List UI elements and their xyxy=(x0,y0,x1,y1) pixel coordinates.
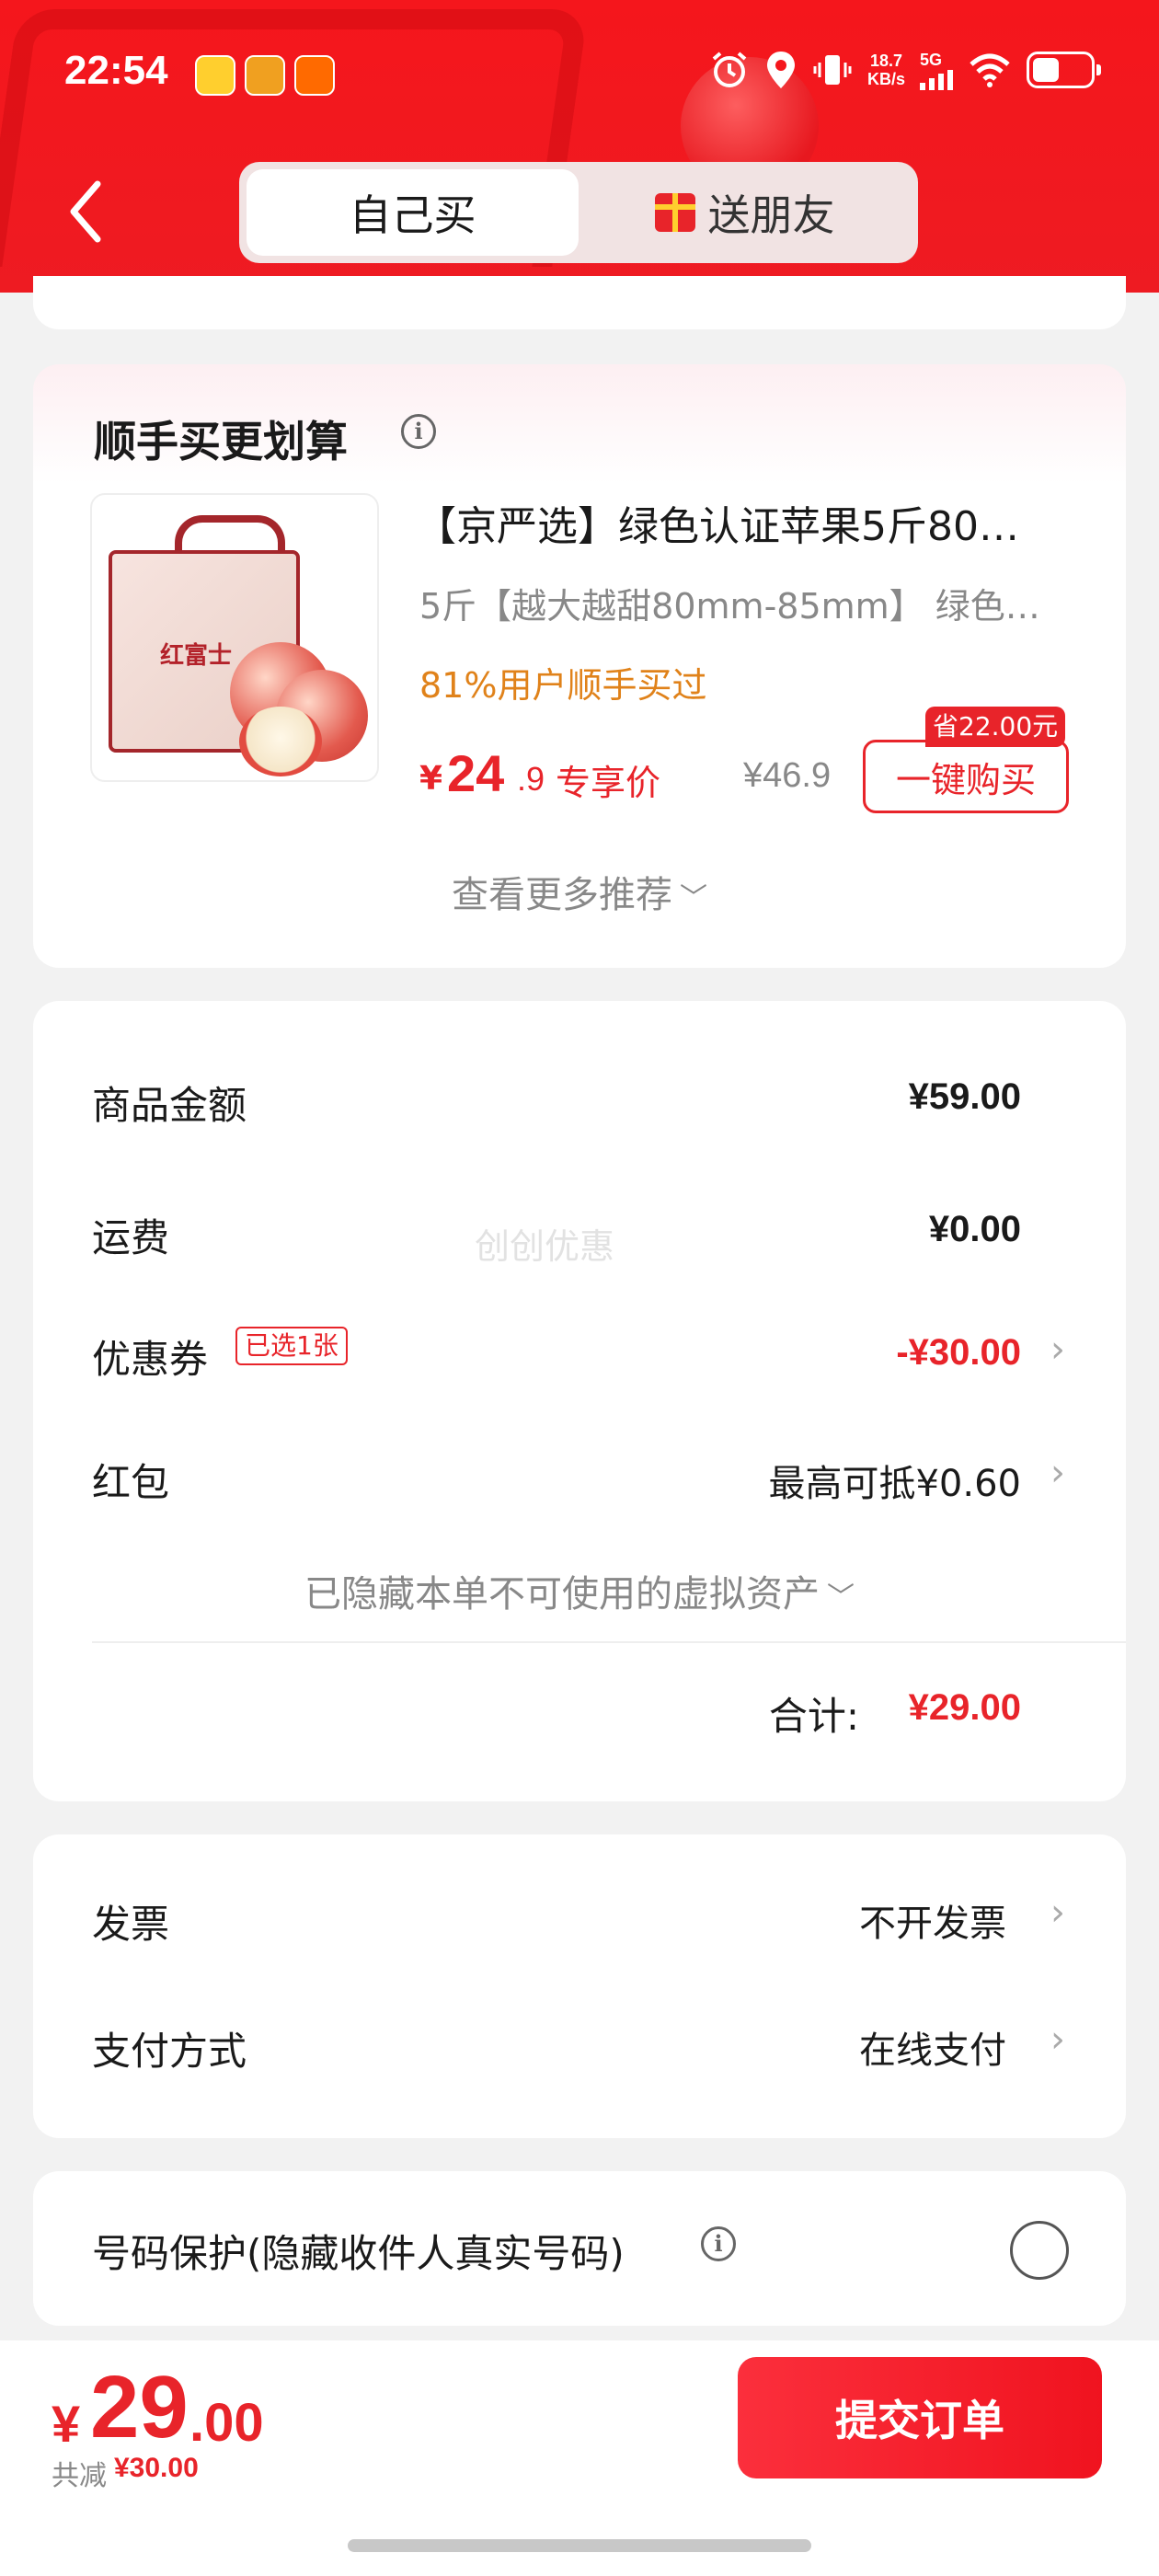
info-icon: i xyxy=(701,2226,736,2261)
checkout-bar: ¥ 29 .00 共减 ¥30.00 提交订单 xyxy=(0,2340,1159,2576)
shipping-value: ¥0.00 xyxy=(928,1209,1021,1249)
coupon-value: -¥30.00 xyxy=(896,1332,1021,1373)
signal-icon xyxy=(920,69,953,90)
signal-group: 5G xyxy=(920,51,953,90)
hidden-assets-label: 已隐藏本单不可使用的虚拟资产 xyxy=(304,1573,820,1616)
app-notification-icon xyxy=(195,55,235,96)
chevron-down-icon: ﹀ xyxy=(680,882,707,914)
tab-send-to-friend-label: 送朋友 xyxy=(707,190,835,240)
original-price: ¥46.9 xyxy=(743,756,832,795)
recommend-info-icon[interactable]: i xyxy=(401,414,436,449)
exclusive-price-tag: 专享价 xyxy=(556,763,661,803)
number-protection-radio[interactable] xyxy=(1010,2221,1069,2280)
recommend-title: 顺手买更划算 xyxy=(94,417,348,466)
savings-badge: 省22.00元 xyxy=(925,707,1066,747)
product-spec[interactable]: 5斤【越大越甜80mm-85mm】 绿色… xyxy=(419,578,1100,628)
invoice-value: 不开发票 xyxy=(859,1903,1006,1945)
chevron-down-icon: ﹀ xyxy=(827,1581,855,1614)
network-speed: 18.7 KB/s xyxy=(867,52,905,88)
recommend-card: 顺手买更划算 i 红富士 【京严选】绿色认证苹果5斤80… 5斤【越大越甜80m… xyxy=(33,364,1126,968)
header: 22:54 18.7 KB/s 5G 自己买 送朋友 xyxy=(0,0,1159,293)
app-notification-icon xyxy=(245,55,285,96)
watermark-text: 创创优惠 xyxy=(475,1226,615,1267)
hidden-assets-toggle[interactable]: 已隐藏本单不可使用的虚拟资产 ﹀ xyxy=(33,1564,1126,1617)
location-icon xyxy=(766,52,795,88)
saved-label: 共减 xyxy=(52,2460,107,2492)
tab-buy-for-self[interactable]: 自己买 xyxy=(247,169,579,256)
total-label: 合计: xyxy=(768,1694,859,1739)
divider xyxy=(92,1641,1126,1643)
vibrate-icon xyxy=(813,55,852,85)
redpacket-label: 红包 xyxy=(92,1460,170,1505)
tab-send-to-friend[interactable]: 送朋友 xyxy=(579,169,911,256)
back-button[interactable] xyxy=(63,175,109,248)
alarm-icon xyxy=(712,52,747,87)
invoice-payment-card: 发票 不开发票 › 支付方式 在线支付 › xyxy=(33,1834,1126,2138)
wifi-icon xyxy=(970,53,1010,87)
one-click-buy-button[interactable]: 一键购买 xyxy=(863,740,1069,813)
product-title[interactable]: 【京严选】绿色认证苹果5斤80… xyxy=(416,493,1096,552)
total-amount-decimal: .00 xyxy=(189,2393,264,2453)
number-protection-info[interactable]: i xyxy=(701,2226,736,2261)
total-value: ¥29.00 xyxy=(908,1687,1021,1728)
chevron-right-icon: › xyxy=(1050,1892,1065,1934)
redpacket-value: 最高可抵¥0.60 xyxy=(768,1463,1021,1505)
app-notification-icon xyxy=(294,55,335,96)
price-integer: 24 xyxy=(447,744,505,802)
chevron-right-icon: › xyxy=(1050,1452,1065,1494)
price-decimal: .9 xyxy=(517,760,545,798)
tab-buy-for-self-label: 自己买 xyxy=(349,190,476,240)
coupon-label: 优惠券 xyxy=(92,1337,209,1382)
status-time: 22:54 xyxy=(64,48,168,93)
price-currency: ¥ xyxy=(419,760,443,798)
goods-amount-label: 商品金额 xyxy=(92,1083,247,1128)
home-indicator[interactable] xyxy=(348,2539,811,2552)
previous-card-bottom xyxy=(33,276,1126,329)
chevron-right-icon: › xyxy=(1050,1328,1065,1371)
see-more-label: 查看更多推荐 xyxy=(452,874,672,916)
network-speed-unit: KB/s xyxy=(866,70,905,88)
goods-amount-value: ¥59.00 xyxy=(908,1076,1021,1117)
giftbox-label: 红富士 xyxy=(160,642,233,670)
total-amount-integer: 29 xyxy=(90,2358,189,2456)
status-indicators: 18.7 KB/s 5G xyxy=(709,50,1101,90)
see-more-recommendations[interactable]: 查看更多推荐 ﹀ xyxy=(33,865,1126,918)
shipping-label: 运费 xyxy=(92,1215,170,1260)
payment-method-label: 支付方式 xyxy=(92,2029,247,2074)
notification-app-icons xyxy=(195,55,335,96)
submit-order-button[interactable]: 提交订单 xyxy=(738,2357,1102,2478)
info-icon: i xyxy=(401,414,436,449)
chevron-right-icon: › xyxy=(1050,2018,1065,2061)
payment-method-value: 在线支付 xyxy=(859,2030,1006,2072)
invoice-label: 发票 xyxy=(92,1902,170,1947)
product-bought-rate: 81%用户顺手买过 xyxy=(419,665,707,706)
apple-half-graphic xyxy=(239,707,322,776)
total-currency: ¥ xyxy=(52,2395,81,2453)
network-speed-value: 18.7 xyxy=(869,52,903,70)
order-amount-card: 商品金额 ¥59.00 运费 创创优惠 ¥0.00 优惠券 已选1张 -¥30.… xyxy=(33,1001,1126,1801)
chevron-left-icon xyxy=(70,180,101,243)
network-type: 5G xyxy=(920,50,943,69)
battery-icon xyxy=(1027,52,1101,88)
number-protection-card: 号码保护(隐藏收件人真实号码) i xyxy=(33,2171,1126,2326)
gift-icon xyxy=(654,193,695,232)
product-image[interactable]: 红富士 xyxy=(90,493,379,782)
status-bar: 22:54 18.7 KB/s 5G xyxy=(0,0,1159,147)
saved-value: ¥30.00 xyxy=(114,2453,199,2483)
purchase-mode-switch: 自己买 送朋友 xyxy=(239,162,918,263)
number-protection-label: 号码保护(隐藏收件人真实号码) xyxy=(92,2231,625,2276)
coupon-selected-badge: 已选1张 xyxy=(235,1327,348,1365)
